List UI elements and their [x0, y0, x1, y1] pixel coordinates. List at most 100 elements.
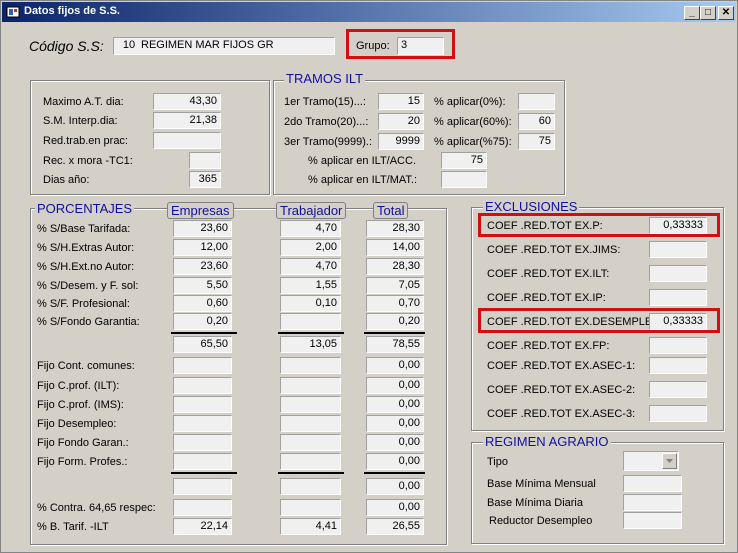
- mat-field[interactable]: [441, 171, 487, 188]
- tramo-field[interactable]: 15: [378, 93, 424, 110]
- pct-row-trabajador[interactable]: 0,10: [280, 295, 341, 312]
- btarif-row-label: % B. Tarif. -ILT: [37, 521, 109, 533]
- pct-row-empresas[interactable]: 23,60: [173, 220, 232, 237]
- fijo-row-empresas[interactable]: [173, 357, 232, 374]
- fijo-row-total[interactable]: 0,00: [366, 415, 424, 432]
- fijo-row-empresas[interactable]: [173, 415, 232, 432]
- pct-row-total[interactable]: 0,70: [366, 295, 424, 312]
- tramo-pct-field[interactable]: 75: [518, 133, 555, 150]
- sum-line-total: [364, 332, 425, 334]
- fijo-row-total[interactable]: 0,00: [366, 377, 424, 394]
- fijo-row-trabajador[interactable]: [280, 377, 341, 394]
- btarif-row-empresas[interactable]: 22,14: [173, 518, 232, 535]
- agrario-field[interactable]: [623, 475, 682, 492]
- codigo-field[interactable]: 10 REGIMEN MAR FIJOS GR: [113, 37, 335, 55]
- sum-row-trabajador[interactable]: 13,05: [280, 336, 341, 353]
- sum-line-emp: [171, 332, 237, 334]
- fijo-row-label: Fijo C.prof. (ILT):: [37, 380, 120, 392]
- pct-row-total[interactable]: 0,20: [366, 313, 424, 330]
- btarif-row-total[interactable]: 26,55: [366, 518, 424, 535]
- exclusion-field[interactable]: [649, 357, 707, 374]
- fijo-row-trabajador[interactable]: [280, 357, 341, 374]
- acc-field[interactable]: 75: [441, 152, 487, 169]
- pct-row-total[interactable]: 14,00: [366, 239, 424, 256]
- chevron-down-icon[interactable]: [662, 453, 677, 469]
- limit-field[interactable]: 21,38: [153, 112, 221, 129]
- pct-row-label: % S/Base Tarifada:: [37, 223, 131, 235]
- fijo-row-empresas[interactable]: [173, 434, 232, 451]
- contra-row-total[interactable]: 0,00: [366, 499, 424, 516]
- window-title: Datos fijos de S.S.: [24, 5, 120, 17]
- fijo-row-empresas[interactable]: [173, 396, 232, 413]
- fijo-row-total[interactable]: 0,00: [366, 453, 424, 470]
- limit-field[interactable]: 43,30: [153, 93, 221, 110]
- sum-line2-emp: [171, 472, 237, 474]
- pct-row-total[interactable]: 28,30: [366, 220, 424, 237]
- maximize-button[interactable]: □: [700, 6, 716, 20]
- exclusion-field[interactable]: [649, 241, 707, 258]
- exclusion-label: COEF .RED.TOT EX.FP:: [487, 340, 610, 352]
- fijo-row-empresas[interactable]: [173, 453, 232, 470]
- fijo-row-label: Fijo Form. Profes.:: [37, 456, 128, 468]
- fijo-row-total[interactable]: 0,00: [366, 396, 424, 413]
- tipo-select[interactable]: [623, 451, 679, 471]
- agrario-field[interactable]: [623, 494, 682, 511]
- pct-row-empresas[interactable]: 0,60: [173, 295, 232, 312]
- fijo-row-trabajador[interactable]: [280, 434, 341, 451]
- agrario-label: Base Mínima Diaria: [487, 497, 583, 509]
- codigo-description: REGIMEN MAR FIJOS GR: [141, 39, 274, 51]
- exclusion-field[interactable]: [649, 381, 707, 398]
- pct-row-trabajador[interactable]: 2,00: [280, 239, 341, 256]
- exclusion-field[interactable]: [649, 289, 707, 306]
- pct-row-trabajador[interactable]: [280, 313, 341, 330]
- fijo-row-total[interactable]: 0,00: [366, 357, 424, 374]
- acc-label: % aplicar en ILT/ACC.: [308, 155, 417, 167]
- agrario-field[interactable]: [623, 512, 682, 529]
- sum2-row-total[interactable]: 0,00: [366, 478, 424, 495]
- fijo-row-total[interactable]: 0,00: [366, 434, 424, 451]
- limit-field[interactable]: 365: [189, 171, 221, 188]
- pct-row-empresas[interactable]: 5,50: [173, 277, 232, 294]
- tramo-pct-field[interactable]: [518, 93, 555, 110]
- tramo-pct-label: % aplicar(%75):: [434, 136, 512, 148]
- pct-row-empresas[interactable]: 23,60: [173, 258, 232, 275]
- sum-row-total[interactable]: 78,55: [366, 336, 424, 353]
- minimize-button[interactable]: _: [684, 6, 700, 20]
- contra-row-empresas[interactable]: [173, 499, 232, 516]
- tramo-pct-field[interactable]: 60: [518, 113, 555, 130]
- pct-row-trabajador[interactable]: 1,55: [280, 277, 341, 294]
- col-total: Total: [373, 202, 409, 219]
- fijo-row-trabajador[interactable]: [280, 453, 341, 470]
- exclusion-field[interactable]: [649, 405, 707, 422]
- codigo-label: Código S.S:: [29, 38, 104, 54]
- exclusion-field[interactable]: [649, 265, 707, 282]
- sum2-row-trabajador[interactable]: [280, 478, 341, 495]
- exclusion-label: COEF .RED.TOT EX.JIMS:: [487, 244, 621, 256]
- tramo-pct-label: % aplicar(60%):: [434, 116, 512, 128]
- pct-row-trabajador[interactable]: 4,70: [280, 220, 341, 237]
- pct-row-trabajador[interactable]: 4,70: [280, 258, 341, 275]
- fijo-row-empresas[interactable]: [173, 377, 232, 394]
- pct-row-label: % S/Fondo Garantia:: [37, 316, 140, 328]
- fijo-row-trabajador[interactable]: [280, 396, 341, 413]
- codigo-number: 10: [122, 39, 136, 51]
- close-button[interactable]: ✕: [718, 6, 734, 20]
- grupo-field[interactable]: 3: [397, 37, 444, 55]
- pct-row-total[interactable]: 28,30: [366, 258, 424, 275]
- agrario-title: REGIMEN AGRARIO: [483, 434, 611, 449]
- contra-row-trabajador[interactable]: [280, 499, 341, 516]
- limit-label: S.M. Interp.dia:: [43, 115, 118, 127]
- sum-row-empresas[interactable]: 65,50: [173, 336, 232, 353]
- limit-field[interactable]: [189, 152, 221, 169]
- tramo-field[interactable]: 20: [378, 113, 424, 130]
- fijo-row-trabajador[interactable]: [280, 415, 341, 432]
- limit-field[interactable]: [153, 132, 221, 149]
- exclusion-field[interactable]: [649, 337, 707, 354]
- pct-row-empresas[interactable]: 0,20: [173, 313, 232, 330]
- tramo-field[interactable]: 9999: [378, 133, 424, 150]
- pct-row-empresas[interactable]: 12,00: [173, 239, 232, 256]
- pct-row-total[interactable]: 7,05: [366, 277, 424, 294]
- limit-label: Dias año:: [43, 174, 90, 186]
- btarif-row-trabajador[interactable]: 4,41: [280, 518, 341, 535]
- sum2-row-empresas[interactable]: [173, 478, 232, 495]
